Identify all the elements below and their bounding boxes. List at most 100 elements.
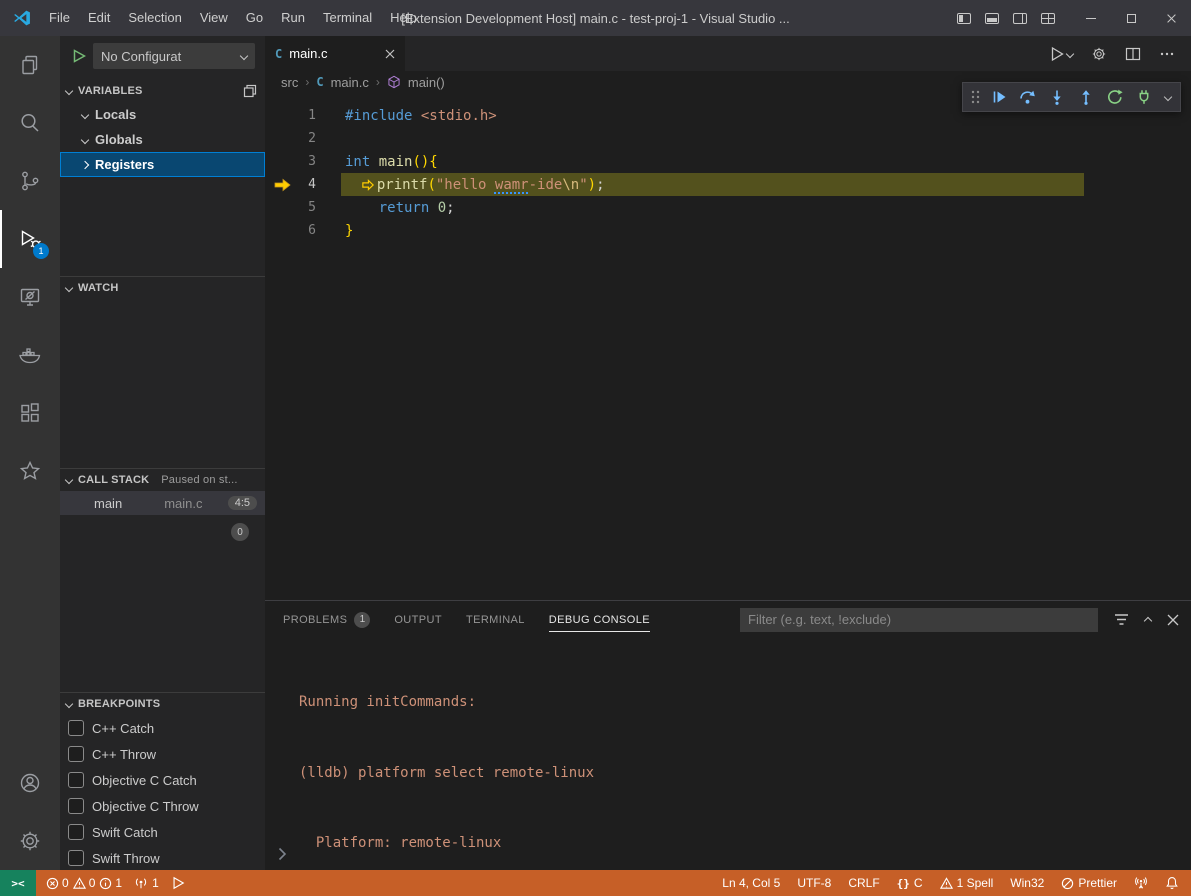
debug-config-dropdown[interactable]: No Configurat bbox=[93, 43, 255, 69]
sidebar-item-search[interactable] bbox=[0, 94, 60, 152]
continue-button[interactable] bbox=[986, 85, 1012, 109]
step-over-button[interactable] bbox=[1015, 85, 1041, 109]
watch-header[interactable]: WATCH bbox=[60, 277, 265, 299]
debug-session-status[interactable] bbox=[171, 876, 185, 890]
split-editor-icon[interactable] bbox=[1125, 46, 1141, 62]
eol-indicator[interactable]: CRLF bbox=[848, 876, 879, 890]
remote-indicator[interactable]: >< bbox=[0, 870, 36, 896]
stack-frame-row[interactable]: main main.c 4:5 bbox=[60, 491, 265, 515]
inline-breakpoint-icon[interactable] bbox=[362, 179, 374, 191]
toolbar-drag-handle[interactable] bbox=[968, 85, 983, 109]
tab-debug-console[interactable]: DEBUG CONSOLE bbox=[549, 601, 650, 638]
sidebar-item-source-control[interactable] bbox=[0, 152, 60, 210]
breakpoint-item[interactable]: Swift Throw bbox=[60, 845, 265, 871]
code-editor[interactable]: 1 #include <stdio.h> 2 3 int main(){ 4 p… bbox=[265, 93, 1191, 600]
sidebar-item-explorer[interactable] bbox=[0, 36, 60, 94]
more-actions-icon[interactable] bbox=[1159, 46, 1175, 62]
close-icon bbox=[1166, 13, 1177, 24]
filter-lines-icon[interactable] bbox=[1114, 613, 1129, 626]
cursor-position[interactable]: Ln 4, Col 5 bbox=[722, 876, 780, 890]
console-filter-input[interactable] bbox=[740, 608, 1098, 632]
platform-status[interactable]: Win32 bbox=[1010, 876, 1044, 890]
menu-file[interactable]: File bbox=[40, 0, 79, 36]
debug-session-dropdown[interactable] bbox=[1160, 85, 1175, 109]
layout-sidebar-icon[interactable] bbox=[957, 13, 971, 24]
account-icon bbox=[18, 771, 42, 795]
breakpoint-item[interactable]: Objective C Throw bbox=[60, 793, 265, 819]
disconnect-button[interactable] bbox=[1131, 85, 1157, 109]
close-panel-icon[interactable] bbox=[1167, 614, 1179, 626]
variables-scope-locals[interactable]: Locals bbox=[60, 102, 265, 127]
language-mode[interactable]: {} C bbox=[897, 876, 923, 890]
titlebar: File Edit Selection View Go Run Terminal… bbox=[0, 0, 1191, 36]
console-input-prompt[interactable] bbox=[278, 847, 287, 861]
sidebar-item-star[interactable] bbox=[0, 442, 60, 500]
restart-icon bbox=[1107, 89, 1123, 105]
chevron-separator: › bbox=[305, 75, 309, 89]
ports-status[interactable]: 1 bbox=[134, 876, 159, 890]
breadcrumb-file[interactable]: main.c bbox=[331, 75, 369, 90]
sidebar-item-run-debug[interactable]: 1 bbox=[0, 210, 60, 268]
formatter-status[interactable]: Prettier bbox=[1061, 876, 1117, 890]
close-button[interactable] bbox=[1151, 0, 1191, 36]
step-into-button[interactable] bbox=[1044, 85, 1070, 109]
restart-button[interactable] bbox=[1102, 85, 1128, 109]
checkbox[interactable] bbox=[68, 746, 84, 762]
breakpoints-header[interactable]: BREAKPOINTS bbox=[60, 693, 265, 715]
sidebar-item-remote-explorer[interactable] bbox=[0, 268, 60, 326]
sidebar-item-docker[interactable] bbox=[0, 326, 60, 384]
breakpoint-item[interactable]: C++ Catch bbox=[60, 715, 265, 741]
breadcrumb-symbol[interactable]: main() bbox=[408, 75, 445, 90]
minimize-button[interactable] bbox=[1071, 0, 1111, 36]
variables-header[interactable]: VARIABLES bbox=[60, 80, 265, 102]
tab-main-c[interactable]: C main.c bbox=[265, 36, 405, 71]
gear-icon[interactable] bbox=[1091, 46, 1107, 62]
menu-view[interactable]: View bbox=[191, 0, 237, 36]
layout-customize-icon[interactable] bbox=[1041, 13, 1055, 24]
layout-panel-icon[interactable] bbox=[985, 13, 999, 24]
step-out-button[interactable] bbox=[1073, 85, 1099, 109]
account-button[interactable] bbox=[0, 754, 60, 812]
variables-scope-registers[interactable]: Registers bbox=[60, 152, 265, 177]
variables-scope-globals[interactable]: Globals bbox=[60, 127, 265, 152]
menu-edit[interactable]: Edit bbox=[79, 0, 119, 36]
run-or-debug-button[interactable] bbox=[1049, 46, 1073, 62]
problems-status[interactable]: 0 0 1 bbox=[46, 876, 122, 890]
callstack-status: Paused on st... bbox=[161, 474, 237, 486]
menu-go[interactable]: Go bbox=[237, 0, 272, 36]
frame-name: main bbox=[94, 496, 122, 511]
settings-button[interactable] bbox=[0, 812, 60, 870]
spell-checker-status[interactable]: 1 Spell bbox=[940, 876, 994, 890]
line-number: 2 bbox=[300, 131, 316, 146]
tab-terminal[interactable]: TERMINAL bbox=[466, 601, 525, 638]
menu-terminal[interactable]: Terminal bbox=[314, 0, 381, 36]
encoding-indicator[interactable]: UTF-8 bbox=[797, 876, 831, 890]
start-debugging-icon[interactable] bbox=[72, 49, 86, 63]
callstack-header[interactable]: CALL STACK Paused on st... bbox=[60, 469, 265, 491]
breadcrumb-folder[interactable]: src bbox=[281, 75, 298, 90]
chevron-up-icon[interactable] bbox=[1144, 617, 1152, 625]
checkbox[interactable] bbox=[68, 720, 84, 736]
checkbox[interactable] bbox=[68, 850, 84, 866]
checkbox[interactable] bbox=[68, 772, 84, 788]
radio-tower-icon[interactable] bbox=[1134, 876, 1148, 890]
breakpoint-item[interactable]: Swift Catch bbox=[60, 819, 265, 845]
editor-tab-bar: C main.c bbox=[265, 36, 1191, 71]
explorer-icon bbox=[18, 53, 42, 77]
bell-icon[interactable] bbox=[1165, 876, 1179, 890]
breakpoint-item[interactable]: Objective C Catch bbox=[60, 767, 265, 793]
tab-problems[interactable]: PROBLEMS 1 bbox=[283, 601, 370, 638]
checkbox[interactable] bbox=[68, 798, 84, 814]
layout-secondary-sidebar-icon[interactable] bbox=[1013, 13, 1027, 24]
breakpoint-gutter[interactable] bbox=[265, 178, 300, 192]
menu-selection[interactable]: Selection bbox=[119, 0, 190, 36]
tab-close-icon[interactable] bbox=[385, 49, 395, 59]
sidebar-item-extensions[interactable] bbox=[0, 384, 60, 442]
tab-output[interactable]: OUTPUT bbox=[394, 601, 442, 638]
breakpoint-item[interactable]: C++ Throw bbox=[60, 741, 265, 767]
maximize-button[interactable] bbox=[1111, 0, 1151, 36]
views-icon[interactable] bbox=[243, 84, 257, 98]
checkbox[interactable] bbox=[68, 824, 84, 840]
menu-run[interactable]: Run bbox=[272, 0, 314, 36]
step-out-icon bbox=[1078, 89, 1094, 105]
